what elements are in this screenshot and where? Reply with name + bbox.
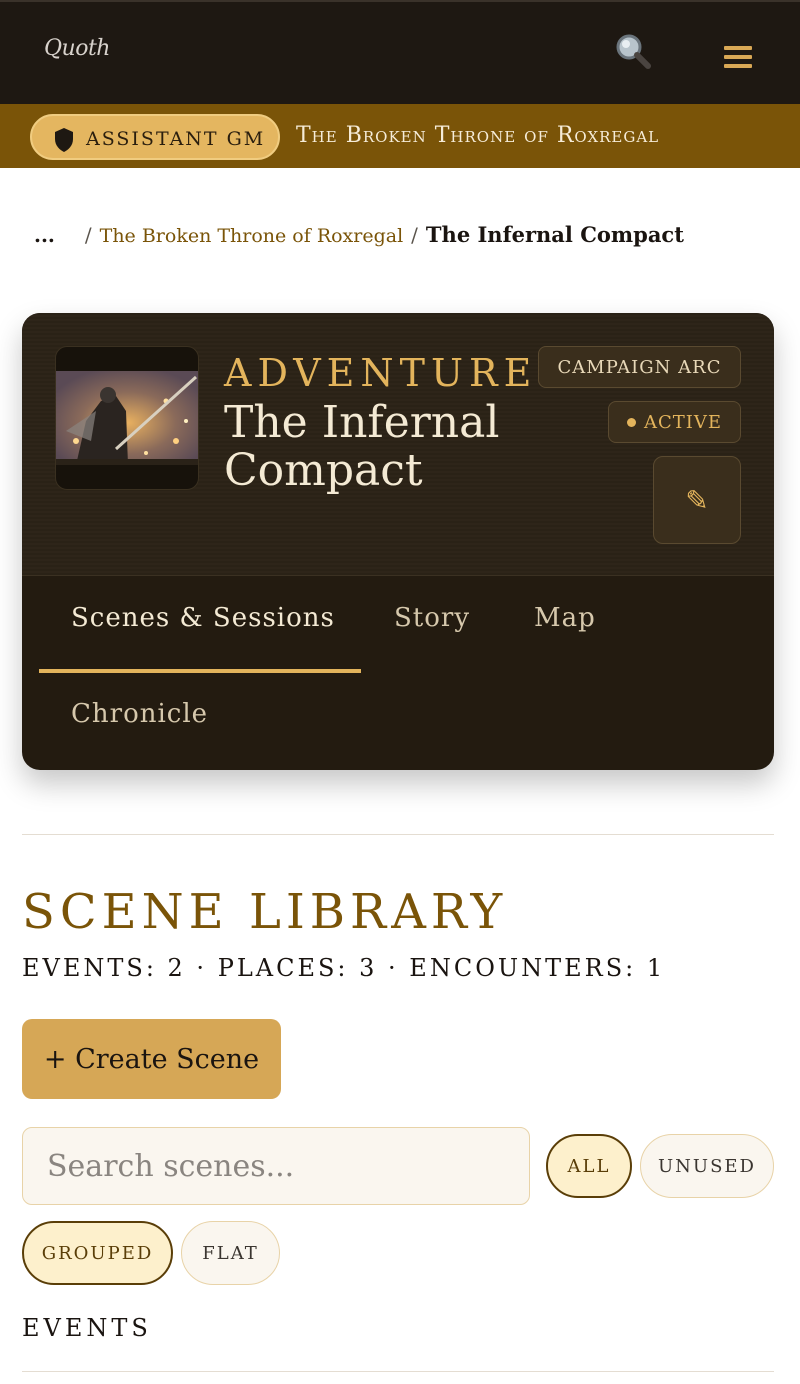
adventure-thumbnail: [55, 346, 199, 490]
events-divider: [22, 1371, 774, 1372]
campaign-arc-badge: CAMPAIGN ARC: [538, 346, 741, 388]
adventure-card: ADVENTURE The Infernal Compact CAMPAIGN …: [22, 313, 774, 770]
tab-chronicle[interactable]: Chronicle: [71, 699, 208, 729]
shield-icon: [55, 128, 73, 152]
breadcrumb-separator: /: [84, 223, 92, 247]
adventure-card-header: ADVENTURE The Infernal Compact CAMPAIGN …: [22, 313, 774, 576]
section-divider: [22, 834, 774, 835]
adventure-title: The Infernal Compact: [224, 397, 500, 496]
search-scenes-input[interactable]: [22, 1127, 530, 1205]
campaign-name[interactable]: The Broken Throne of Roxregal: [296, 123, 659, 148]
view-flat-chip[interactable]: FLAT: [181, 1221, 280, 1285]
breadcrumb-parent-link[interactable]: The Broken Throne of Roxregal: [100, 225, 404, 247]
top-navbar: Quoth: [0, 0, 800, 104]
status-badge-label: ACTIVE: [643, 411, 723, 433]
edit-adventure-button[interactable]: ✎: [653, 456, 741, 544]
tab-scenes-sessions[interactable]: Scenes & Sessions: [71, 603, 335, 633]
pencil-icon: ✎: [685, 483, 709, 517]
breadcrumb-ellipsis[interactable]: ...: [34, 223, 55, 247]
hamburger-menu-icon[interactable]: [724, 46, 752, 70]
create-scene-button[interactable]: + Create Scene: [22, 1019, 281, 1099]
active-tab-indicator: [39, 669, 361, 673]
view-grouped-chip[interactable]: GROUPED: [22, 1221, 173, 1285]
breadcrumb-separator: /: [411, 223, 418, 247]
role-bar: ASSISTANT GM The Broken Throne of Roxreg…: [0, 104, 800, 168]
breadcrumb-current: The Infernal Compact: [425, 222, 684, 247]
role-label: ASSISTANT GM: [86, 128, 266, 150]
filter-all-chip[interactable]: ALL: [546, 1134, 632, 1198]
breadcrumb: ... / The Broken Throne of Roxregal / Th…: [34, 222, 684, 247]
status-badge: ACTIVE: [608, 401, 741, 443]
status-dot-icon: [626, 417, 636, 427]
filter-unused-chip[interactable]: UNUSED: [640, 1134, 774, 1198]
app-logo[interactable]: Quoth: [44, 36, 110, 61]
role-badge[interactable]: ASSISTANT GM: [30, 114, 280, 160]
tab-story[interactable]: Story: [394, 603, 470, 633]
search-icon[interactable]: [612, 32, 656, 72]
adventure-kind-label: ADVENTURE: [224, 351, 538, 395]
scene-library-stats: EVENTS: 2 · PLACES: 3 · ENCOUNTERS: 1: [22, 954, 666, 982]
events-section-heading: EVENTS: [22, 1314, 152, 1342]
tab-map[interactable]: Map: [534, 603, 596, 633]
scene-library-title: SCENE LIBRARY: [22, 884, 508, 940]
